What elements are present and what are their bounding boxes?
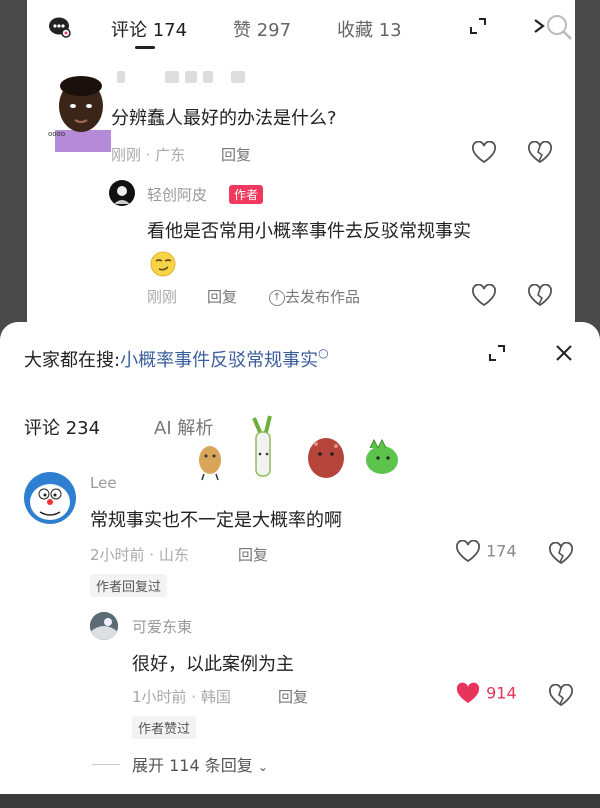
author-name[interactable]: 轻创阿皮 xyxy=(147,184,207,205)
chat-icon[interactable] xyxy=(47,14,73,40)
expand-replies-button[interactable]: 展开 114 条回复 ⌄ xyxy=(132,752,268,776)
mascot-stickers xyxy=(190,414,410,484)
dislike-heart-icon[interactable] xyxy=(527,283,553,312)
reply-button[interactable]: 回复 xyxy=(238,544,268,565)
search-prefix: 大家都在搜: xyxy=(24,350,121,371)
tab-comments[interactable]: 评论 234 xyxy=(24,414,100,440)
smirk-emoji-icon xyxy=(149,250,177,278)
reply-button[interactable]: 回复 xyxy=(207,286,237,307)
svg-text:oooo: oooo xyxy=(48,130,65,138)
reply-meta: 刚刚 xyxy=(147,288,178,306)
dislike-heart-icon[interactable] xyxy=(548,683,574,712)
avatar[interactable] xyxy=(90,612,118,640)
author-liked-tag: 作者赞过 xyxy=(132,716,197,739)
tab-comments[interactable]: 评论 174 xyxy=(111,16,187,42)
reply-button[interactable]: 回复 xyxy=(221,144,251,165)
search-suggestion[interactable]: 大家都在搜:小概率事件反驳常规事实○ xyxy=(24,346,329,372)
comment-meta: 2小时前 · 山东 xyxy=(90,546,189,564)
comment-text: 分辨蠢人最好的办法是什么? xyxy=(111,108,337,129)
background-strip xyxy=(0,794,600,808)
divider xyxy=(92,764,120,765)
expand-icon[interactable] xyxy=(469,17,487,35)
like-heart-icon[interactable] xyxy=(471,140,497,169)
tab-likes[interactable]: 赞 297 xyxy=(233,16,291,42)
username-redacted xyxy=(117,66,287,83)
tab-underline xyxy=(135,46,155,49)
like-button[interactable]: 914 xyxy=(455,682,517,706)
avatar[interactable] xyxy=(24,472,76,524)
author-avatar[interactable] xyxy=(109,180,135,206)
comment-username[interactable]: 可爱东東 xyxy=(132,616,192,637)
reply-text: 看他是否常用小概率事件去反驳常规事实 xyxy=(147,221,471,242)
author-badge: 作者 xyxy=(229,185,264,204)
comment-text: 很好，以此案例为主 xyxy=(132,654,294,675)
comment-meta: 刚刚 · 广东 xyxy=(111,146,186,164)
comment-panel-top: 评论 174 赞 297 收藏 13 oooo 分辨蠢人最好的办法是什么? 刚刚… xyxy=(27,0,575,330)
like-count: 174 xyxy=(486,541,517,561)
search-small-icon[interactable]: ○ xyxy=(318,346,328,360)
liked-heart-icon xyxy=(456,682,480,703)
comment-text: 常规事实也不一定是大概率的啊 xyxy=(90,510,342,531)
dislike-heart-icon[interactable] xyxy=(527,140,553,169)
expand-replies-label: 展开 114 条回复 xyxy=(132,756,253,775)
like-count: 914 xyxy=(486,683,517,703)
like-heart-icon[interactable] xyxy=(471,283,497,312)
comment-sheet: 大家都在搜:小概率事件反驳常规事实○ 评论 234 AI 解析 Lee 常规事实… xyxy=(0,322,600,794)
like-button[interactable]: 174 xyxy=(455,539,517,564)
author-replied-tag: 作者回复过 xyxy=(90,574,168,597)
chevron-down-icon: ⌄ xyxy=(257,760,268,774)
search-icon[interactable] xyxy=(545,12,573,42)
like-heart-icon xyxy=(456,539,480,563)
publish-label: 去发布作品 xyxy=(285,288,361,306)
comment-username[interactable]: Lee xyxy=(90,474,117,492)
tab-favorites[interactable]: 收藏 13 xyxy=(337,16,402,42)
close-icon[interactable] xyxy=(555,344,573,362)
comment-meta: 1小时前 · 韩国 xyxy=(132,688,231,706)
search-term-link[interactable]: 小概率事件反驳常规事实 xyxy=(120,350,318,371)
avatar[interactable]: oooo xyxy=(47,68,111,152)
expand-icon[interactable] xyxy=(488,344,506,362)
publish-arrow-icon: ↑ xyxy=(269,289,285,306)
dislike-heart-icon[interactable] xyxy=(548,541,574,570)
reply-button[interactable]: 回复 xyxy=(278,686,308,707)
publish-work-link[interactable]: ↑ 去发布作品 xyxy=(269,286,360,307)
